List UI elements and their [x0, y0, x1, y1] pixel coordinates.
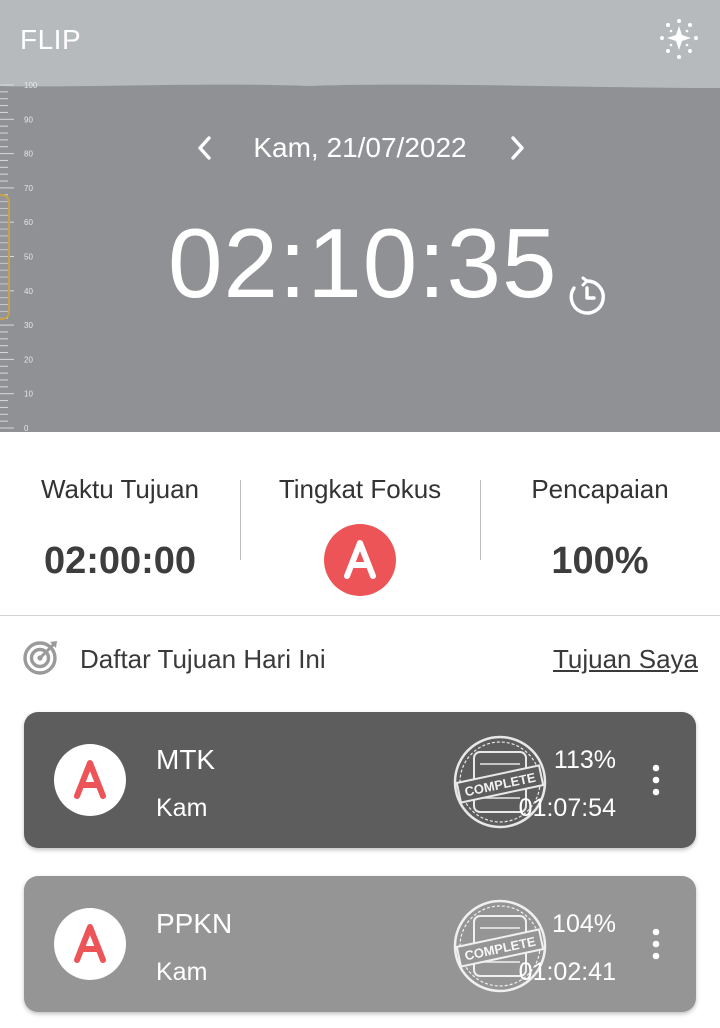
goal-day: Kam — [156, 958, 208, 986]
grade-a-icon — [74, 760, 106, 799]
goal-time: 01:02:41 — [518, 958, 616, 986]
timer-hero: 100 90 80 70 60 50 40 30 20 10 0 Kam, 21/07/2022 0… — [0, 82, 720, 432]
target-time-stat: Waktu Tujuan 02:00:00 — [0, 432, 240, 616]
goal-percent: 113% — [553, 746, 616, 774]
goal-percent: 104% — [552, 910, 616, 938]
achievement-label: Pencapaian — [531, 474, 669, 504]
ruler-tick-label: 20 — [24, 355, 33, 364]
app-title: FLIP — [20, 24, 82, 55]
previous-day-button[interactable] — [190, 132, 220, 164]
ruler-level-handle[interactable] — [0, 194, 10, 320]
target-time-value: 02:00:00 — [43, 540, 197, 582]
sparkle-icon[interactable] — [656, 18, 702, 60]
ruler-tick-label: 60 — [24, 218, 33, 227]
goal-card[interactable]: MTK Kam COMPLETE 113% 01:07:54 — [24, 712, 696, 848]
ruler-tick-label: 10 — [24, 390, 33, 399]
ruler-tick-label: 30 — [24, 321, 33, 330]
focus-level-stat: Tingkat Fokus — [240, 432, 480, 616]
more-options-button[interactable] — [644, 762, 668, 798]
goal-name: PPKN — [156, 908, 233, 939]
ruler-tick-label: 70 — [24, 184, 33, 193]
goal-name: MTK — [156, 744, 216, 775]
date-navigator: Kam, 21/07/2022 — [0, 128, 720, 168]
goal-time: 01:07:54 — [518, 794, 616, 822]
chevron-right-icon — [511, 136, 524, 160]
current-date: Kam, 21/07/2022 — [253, 132, 467, 163]
more-options-button[interactable] — [644, 926, 668, 962]
goal-day: Kam — [156, 794, 208, 822]
focus-level-label: Tingkat Fokus — [278, 474, 442, 504]
focus-timer: 02:10:35 — [168, 208, 558, 318]
focus-stats: Waktu Tujuan 02:00:00 Tingkat Fokus Penc… — [0, 432, 720, 616]
ruler-tick-label: 90 — [24, 115, 33, 124]
goals-title: Daftar Tujuan Hari Ini — [80, 644, 326, 674]
target-time-label: Waktu Tujuan — [40, 474, 199, 504]
timer-history-icon[interactable] — [566, 276, 608, 318]
achievement-stat: Pencapaian 100% — [480, 432, 720, 616]
my-goals-link[interactable]: Tujuan Saya — [553, 644, 698, 675]
chevron-left-icon — [198, 136, 211, 160]
achievement-value: 100% — [551, 540, 649, 582]
focus-grade-badge — [324, 524, 396, 596]
grade-a-icon — [74, 924, 106, 963]
goal-grade-avatar — [54, 744, 126, 816]
app-bar: FLIP — [0, 0, 720, 82]
goals-header: Daftar Tujuan Hari Ini Tujuan Saya — [0, 616, 720, 700]
more-vertical-icon — [652, 764, 660, 796]
ruler-tick-label: 50 — [24, 253, 33, 262]
goal-grade-avatar — [54, 908, 126, 980]
target-icon — [22, 638, 60, 676]
ruler-tick-label: 0 — [24, 424, 29, 432]
more-vertical-icon — [652, 928, 660, 960]
goal-card[interactable]: PPKN Kam COMPLETE 104% 01:02:41 — [24, 876, 696, 1012]
ruler-tick-label: 40 — [24, 287, 33, 296]
grade-a-icon — [344, 540, 376, 579]
ruler-tick-label: 100 — [24, 82, 38, 90]
wave-edge — [0, 82, 720, 88]
next-day-button[interactable] — [502, 132, 532, 164]
